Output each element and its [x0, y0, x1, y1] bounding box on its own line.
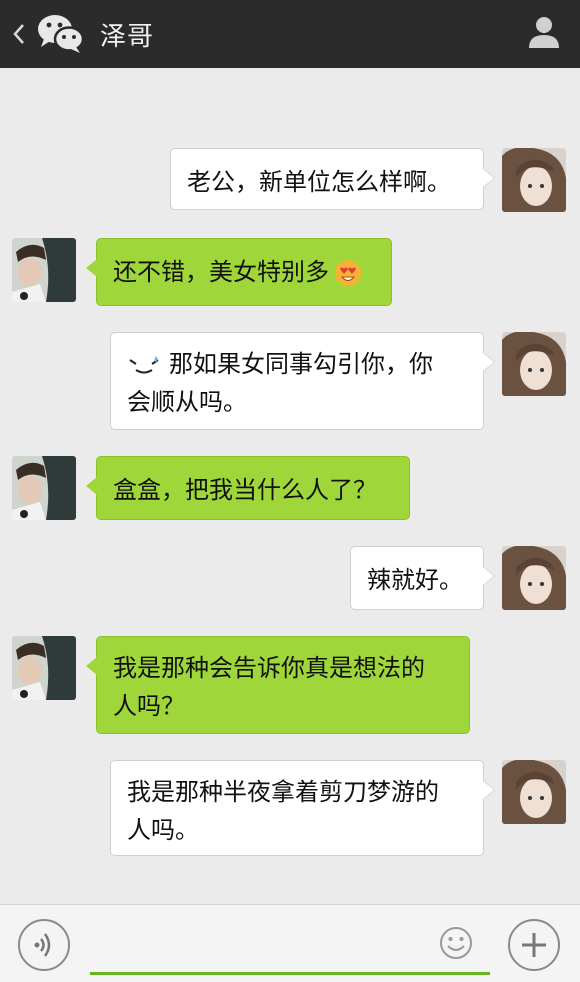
profile-button[interactable]	[524, 12, 564, 52]
input-bar	[0, 904, 580, 982]
message-bubble-outgoing[interactable]: 我是那种半夜拿着剪刀梦游的 人吗。	[110, 760, 495, 856]
wechat-icon	[38, 15, 85, 53]
avatar-contact[interactable]	[12, 636, 76, 700]
voice-button[interactable]	[18, 919, 70, 971]
message-text: 我是那种会告诉你真是想法的	[113, 654, 425, 682]
avatar-self[interactable]	[502, 332, 566, 396]
heart-eyes-emoji	[335, 260, 361, 286]
message-text: 老公，新单位怎么样啊。	[187, 168, 451, 196]
message-text: 那如果女同事勾引你，你	[169, 350, 433, 378]
avatar-self[interactable]	[502, 148, 566, 212]
avatar-self[interactable]	[502, 546, 566, 610]
chat-area[interactable]: 老公，新单位怎么样啊。 还不错，美女特别多 那如果女同事勾引你，你 会顺从吗。 …	[0, 68, 580, 904]
chat-header: 泽哥	[0, 0, 580, 68]
avatar-contact[interactable]	[12, 456, 76, 520]
message-bubble-incoming[interactable]: 我是那种会告诉你真是想法的 人吗？	[86, 636, 470, 734]
avatar-contact[interactable]	[12, 238, 76, 302]
message-bubble-outgoing[interactable]: 辣就好。	[350, 546, 495, 610]
emoji-button[interactable]	[438, 925, 474, 961]
message-text: 还不错，美女特别多	[113, 258, 329, 286]
message-bubble-outgoing[interactable]: 那如果女同事勾引你，你 会顺从吗。	[110, 332, 495, 430]
avatar-self[interactable]	[502, 760, 566, 824]
message-text: 盒盒，把我当什么人了？	[113, 476, 377, 504]
voice-icon	[34, 933, 51, 957]
message-bubble-outgoing[interactable]: 老公，新单位怎么样啊。	[170, 148, 495, 210]
message-text: 人吗？	[113, 692, 185, 720]
message-text: 我是那种半夜拿着剪刀梦游的	[127, 778, 439, 806]
message-bubble-incoming[interactable]: 盒盒，把我当什么人了？	[86, 456, 410, 520]
back-button[interactable]	[4, 0, 34, 68]
chevron-left-icon	[13, 24, 24, 44]
contact-name: 泽哥	[100, 21, 155, 52]
person-icon	[529, 17, 559, 48]
message-line: 那如果女同事勾引你，你	[127, 345, 465, 383]
message-bubble-incoming[interactable]: 还不错，美女特别多	[86, 238, 392, 306]
message-text: 人吗。	[127, 816, 199, 844]
message-input[interactable]	[90, 919, 490, 975]
message-text: 会顺从吗。	[127, 388, 247, 416]
sweat-emoji	[129, 356, 159, 374]
message-text: 辣就好。	[367, 566, 463, 594]
plus-icon	[522, 933, 546, 957]
smiley-icon	[440, 927, 472, 959]
more-button[interactable]	[508, 919, 560, 971]
